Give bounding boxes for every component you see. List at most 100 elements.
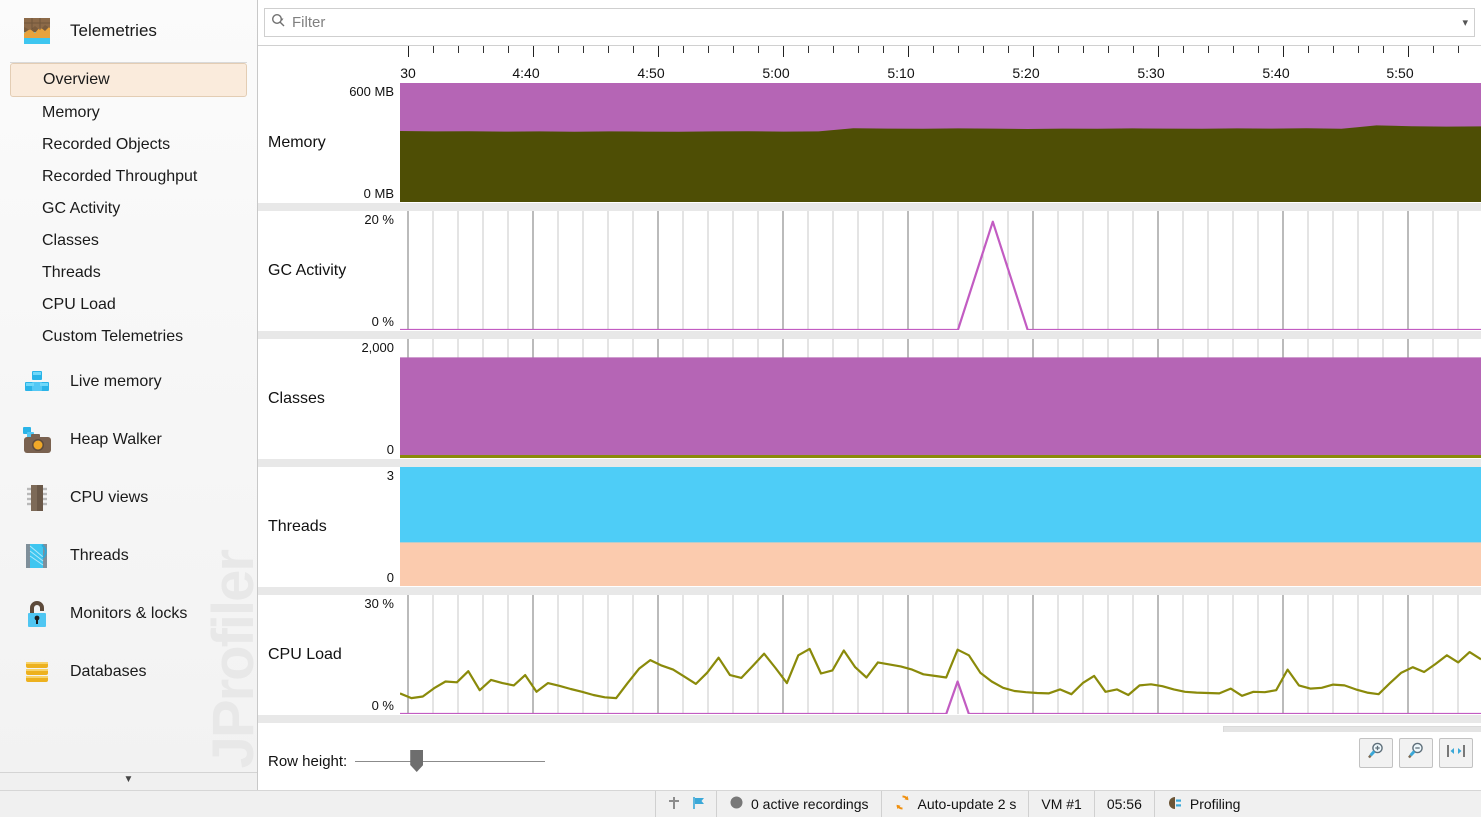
search-input[interactable]: Filter ▾ (264, 8, 1475, 37)
filter-toolbar: Filter ▾ (258, 0, 1481, 45)
sidebar-section-threads[interactable]: Threads (0, 527, 257, 585)
sidebar-item-memory[interactable]: Memory (0, 97, 257, 129)
chart-row-classes[interactable]: 2,000 0 Classes (258, 339, 1481, 458)
horizontal-scrollbar[interactable] (258, 723, 1481, 732)
gc-axis-labels: 20 % 0 % GC Activity (258, 211, 400, 330)
sidebar-item-gc-activity[interactable]: GC Activity (0, 193, 257, 225)
axis-tick (1083, 46, 1084, 53)
axis-tick (608, 46, 609, 53)
axis-tick (1158, 46, 1159, 57)
gc-activity-plot[interactable] (400, 211, 1481, 330)
status-vm-label: VM #1 (1041, 796, 1082, 812)
axis-label: 30 (400, 65, 416, 81)
chart-row-memory[interactable]: 600 MB 0 MB Memory (258, 83, 1481, 202)
status-time: 05:56 (1093, 791, 1154, 817)
sidebar-item-classes[interactable]: Classes (0, 225, 257, 257)
row-title: GC Activity (268, 261, 347, 279)
flag-icon[interactable] (690, 795, 706, 814)
status-profiling: Profiling (1153, 791, 1253, 817)
axis-tick (858, 46, 859, 53)
main-panel: Filter ▾ 30 4:40 4:50 5:00 5:10 5:20 5:30 5:40 5… (258, 0, 1481, 790)
sidebar-section-databases[interactable]: Databases (0, 643, 257, 701)
row-separator (258, 586, 1481, 595)
row-separator (258, 202, 1481, 211)
sidebar-item-recorded-objects[interactable]: Recorded Objects (0, 129, 257, 161)
sidebar-item-label: Memory (42, 104, 100, 121)
y-axis-min: 0 MB (363, 186, 394, 201)
sidebar-item-custom-telemetries[interactable]: Custom Telemetries (0, 321, 257, 353)
sidebar-item-cpu-load[interactable]: CPU Load (0, 289, 257, 321)
row-height-toolbar: Row height: (258, 732, 1481, 790)
sidebar-section-label: Threads (70, 547, 129, 564)
axis-label: 5:00 (762, 65, 790, 81)
threads-axis-labels: 3 0 Threads (258, 467, 400, 586)
status-auto-update-label: Auto-update 2 s (917, 796, 1017, 812)
status-spacer-right (1252, 791, 1481, 817)
row-height-slider[interactable] (355, 746, 546, 776)
memory-plot[interactable] (400, 83, 1481, 202)
fit-width-button[interactable] (1439, 738, 1473, 768)
axis-tick (1283, 46, 1284, 57)
axis-tick (1383, 46, 1384, 53)
threads-plot[interactable] (400, 467, 1481, 586)
sidebar-item-threads[interactable]: Threads (0, 257, 257, 289)
axis-tick (808, 46, 809, 53)
axis-tick (1183, 46, 1184, 53)
zoom-out-button[interactable] (1399, 738, 1433, 768)
y-axis-min: 0 % (371, 314, 394, 329)
axis-tick (908, 46, 909, 57)
zoom-out-icon (1406, 741, 1426, 766)
axis-tick (983, 46, 984, 53)
axis-label: 4:40 (512, 65, 540, 81)
sidebar-section-cpu-views[interactable]: CPU views (0, 469, 257, 527)
chevron-down-icon[interactable]: ▾ (1462, 16, 1468, 29)
chart-row-gc-activity[interactable]: 20 % 0 % GC Activity (258, 211, 1481, 330)
status-spacer (0, 791, 655, 817)
row-title: Classes (268, 389, 325, 407)
sidebar-item-overview[interactable]: Overview (10, 63, 247, 97)
axis-tick (633, 46, 634, 53)
status-auto-update[interactable]: Auto-update 2 s (880, 791, 1029, 817)
sidebar-section-live-memory[interactable]: Live memory (0, 353, 257, 411)
telemetries-icon (18, 12, 56, 50)
y-axis-max: 2,000 (361, 340, 394, 355)
sidebar-section-label: Telemetries (70, 21, 157, 40)
y-axis-max: 3 (386, 468, 394, 483)
sidebar-item-label: Classes (42, 232, 99, 249)
axis-tick (1333, 46, 1334, 53)
fit-width-icon (1445, 742, 1467, 765)
chart-rows: 600 MB 0 MB Memory 20 % 0 % GC Activity (258, 83, 1481, 723)
row-title: CPU Load (268, 645, 342, 663)
cpu-axis-labels: 30 % 0 % CPU Load (258, 595, 400, 714)
axis-tick (1033, 46, 1034, 57)
sidebar-item-label: GC Activity (42, 200, 121, 217)
chart-row-threads[interactable]: 3 0 Threads (258, 467, 1481, 586)
axis-label: 5:40 (1262, 65, 1290, 81)
sidebar-item-recorded-throughput[interactable]: Recorded Throughput (0, 161, 257, 193)
chart-row-cpu-load[interactable]: 30 % 0 % CPU Load (258, 595, 1481, 714)
axis-tick (483, 46, 484, 53)
sidebar-item-label: Recorded Objects (42, 136, 171, 153)
classes-axis-labels: 2,000 0 Classes (258, 339, 400, 458)
sidebar-section-monitors-locks[interactable]: Monitors & locks (0, 585, 257, 643)
time-axis: 30 4:40 4:50 5:00 5:10 5:20 5:30 5:40 5:50 (258, 45, 1481, 83)
database-icon (18, 653, 56, 691)
axis-tick (1233, 46, 1234, 53)
zoom-in-button[interactable] (1359, 738, 1393, 768)
row-separator (258, 330, 1481, 339)
main-body: JProfiler Telemetries Overview Memory Re… (0, 0, 1481, 790)
chip-icon (18, 479, 56, 517)
record-icon (729, 795, 744, 813)
sidebar-section-telemetries[interactable]: Telemetries (0, 0, 257, 62)
add-bookmark-icon[interactable] (666, 795, 682, 814)
slider-knob[interactable] (410, 750, 424, 772)
sidebar-section-heap-walker[interactable]: Heap Walker (0, 411, 257, 469)
sidebar-scroll-down-button[interactable]: ▼ (0, 772, 257, 790)
status-bar: 0 active recordings Auto-update 2 s VM #… (0, 790, 1481, 817)
axis-tick (1358, 46, 1359, 53)
classes-plot[interactable] (400, 339, 1481, 458)
axis-tick (1058, 46, 1059, 53)
axis-label: 5:10 (887, 65, 915, 81)
cpu-load-plot[interactable] (400, 595, 1481, 714)
status-recordings[interactable]: 0 active recordings (716, 791, 881, 817)
